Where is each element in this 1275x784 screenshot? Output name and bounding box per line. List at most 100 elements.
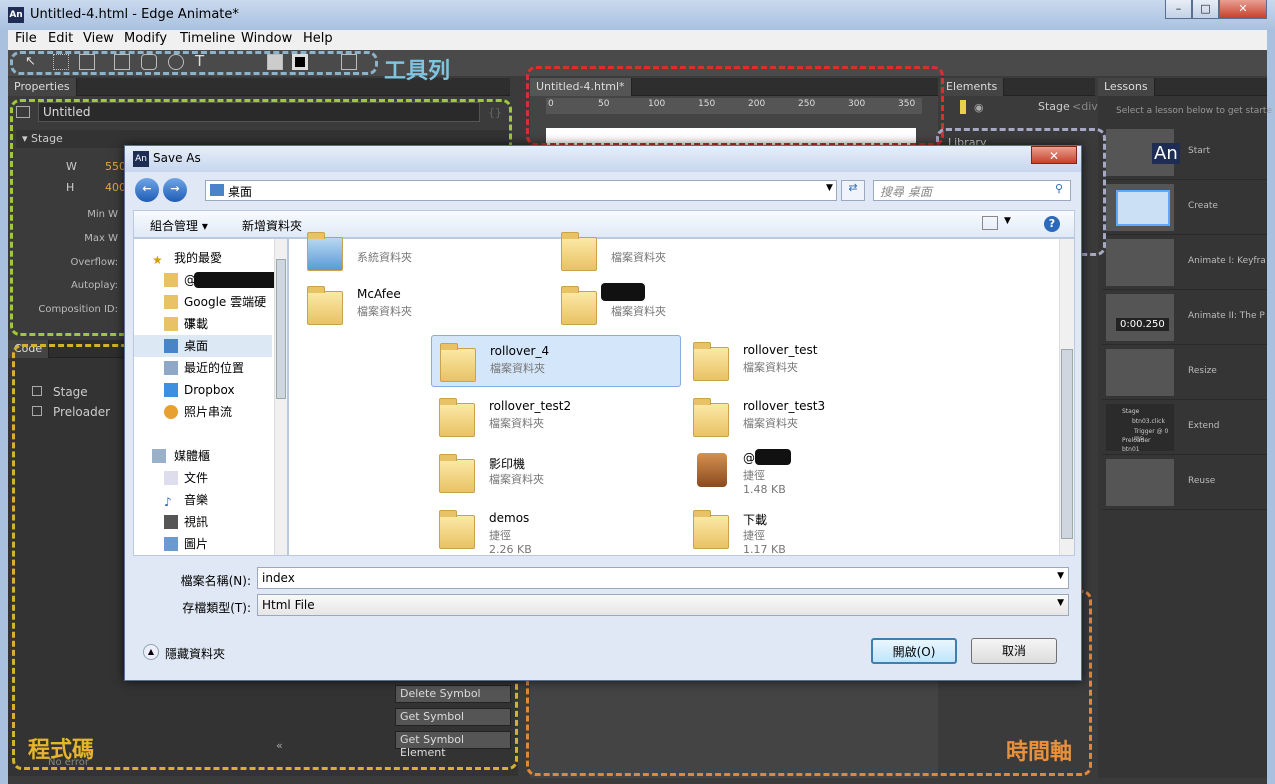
menu-file[interactable]: File <box>15 31 37 46</box>
nav-documents[interactable]: 文件 <box>134 467 274 489</box>
file-name: rollover_test <box>743 343 818 357</box>
tab-properties[interactable]: Properties <box>8 78 77 96</box>
filename-value: index <box>262 571 295 585</box>
cancel-button[interactable]: 取消 <box>971 638 1057 664</box>
menu-edit[interactable]: Edit <box>48 31 73 46</box>
nav-photo-stream[interactable]: 照片串流 <box>134 401 274 423</box>
hide-folders-icon[interactable]: ▲ <box>143 644 159 660</box>
lesson-resize[interactable]: Resize <box>1102 346 1267 400</box>
tab-elements[interactable]: Elements <box>940 78 1005 96</box>
maximize-button[interactable]: □ <box>1192 0 1219 19</box>
hide-folders-link[interactable]: 隱藏資料夾 <box>165 645 225 662</box>
menu-view[interactable]: View <box>83 31 114 46</box>
nav-label: 最近的位置 <box>184 361 245 375</box>
nav-google-drive[interactable]: Google 雲端硬碟 <box>134 291 274 331</box>
help-icon[interactable]: ? <box>1044 216 1060 232</box>
close-window-button[interactable]: ✕ <box>1219 0 1267 19</box>
nav-desktop[interactable]: 桌面 <box>134 335 272 357</box>
nav-videos[interactable]: 視訊 <box>134 511 274 533</box>
menu-help[interactable]: Help <box>303 31 333 46</box>
dialog-close-button[interactable]: ✕ <box>1031 146 1077 164</box>
folder-icon <box>439 454 475 493</box>
file-item[interactable]: rollover_test3 檔案資料夾 <box>685 391 935 443</box>
file-item[interactable]: @ 捷徑 1.48 KB <box>685 443 935 496</box>
lesson-thumbnail <box>1106 349 1174 396</box>
menu-timeline[interactable]: Timeline <box>180 31 235 46</box>
minimize-button[interactable]: – <box>1165 0 1192 19</box>
tab-lessons[interactable]: Lessons <box>1098 78 1155 96</box>
file-list-scrollbar[interactable] <box>1059 239 1074 555</box>
lesson-create[interactable]: Create <box>1102 181 1267 235</box>
filename-dropdown-icon[interactable]: ▼ <box>1057 571 1064 581</box>
nav-label: 桌面 <box>184 339 209 353</box>
nav-label: 照片串流 <box>184 405 233 419</box>
file-item[interactable]: 檔案資料夾 <box>553 279 803 331</box>
menu-window[interactable]: Window <box>241 31 292 46</box>
file-item[interactable]: 影印機 檔案資料夾 <box>431 447 681 499</box>
refresh-icon[interactable]: ⇄ <box>841 180 865 201</box>
organize-button[interactable]: 組合管理 ▾ <box>150 217 208 234</box>
file-item-selected[interactable]: rollover_4 檔案資料夾 <box>431 335 681 387</box>
folder-icon <box>164 295 178 309</box>
lesson-start[interactable]: An Start <box>1102 126 1267 180</box>
file-type: 捷徑 <box>743 529 765 542</box>
nav-music[interactable]: ♪ 音樂 <box>134 489 274 511</box>
view-options-icon[interactable] <box>982 216 998 230</box>
shortcut-folder-icon <box>437 509 477 549</box>
redacted-text <box>194 272 278 288</box>
lesson-animate-1[interactable]: Animate I: Keyfra <box>1102 236 1267 290</box>
nav-scrollbar-thumb[interactable] <box>276 259 286 399</box>
search-input[interactable]: 搜尋 桌面 <box>873 180 1071 201</box>
nav-pictures[interactable]: 圖片 <box>134 533 274 555</box>
lesson-reuse[interactable]: Reuse <box>1102 456 1267 510</box>
file-item[interactable]: 檔案資料夾 <box>553 225 803 277</box>
folder-icon <box>693 342 729 381</box>
lesson-animate-2[interactable]: 0:00.250 Animate II: The P <box>1102 291 1267 345</box>
eye-icon[interactable]: ◉ <box>974 101 984 114</box>
desktop-icon <box>210 184 224 196</box>
lesson-label: Animate I: Keyfra <box>1188 256 1266 266</box>
file-item[interactable]: rollover_test 檔案資料夾 <box>685 335 935 387</box>
file-item[interactable]: McAfee 檔案資料夾 <box>299 279 549 331</box>
menu-modify[interactable]: Modify <box>124 31 167 46</box>
address-location: 桌面 <box>228 185 253 199</box>
nav-scrollbar[interactable] <box>274 239 287 555</box>
new-folder-button[interactable]: 新增資料夾 <box>242 217 302 234</box>
file-item[interactable]: rollover_test2 檔案資料夾 <box>431 391 681 443</box>
forward-button[interactable]: → <box>163 178 187 202</box>
stage-highlight <box>526 66 944 146</box>
open-button[interactable]: 開啟(O) <box>871 638 957 664</box>
toolbar-highlight <box>10 51 378 75</box>
file-item[interactable]: demos 捷徑 2.26 KB <box>431 503 681 556</box>
lesson-thumbnail: An <box>1106 129 1180 176</box>
dialog-app-icon: An <box>133 151 149 167</box>
nav-downloads[interactable]: 下載 <box>134 313 274 335</box>
desktop-icon <box>164 339 178 353</box>
lesson-extend[interactable]: Stage btn03.click Trigger @ 0 ms Preload… <box>1102 401 1267 455</box>
nav-libraries[interactable]: 媒體櫃 <box>134 445 274 467</box>
filetype-dropdown-icon[interactable]: ▼ <box>1057 598 1064 608</box>
nav-account[interactable]: @ <box>134 269 278 291</box>
filetype-select[interactable]: Html File ▼ <box>257 594 1069 616</box>
selection-box-icon <box>1116 190 1170 226</box>
filename-input[interactable]: index ▼ <box>257 567 1069 589</box>
window-frame-left <box>0 30 8 784</box>
elements-stage-label[interactable]: Stage <box>1038 100 1070 113</box>
file-list-scrollbar-thumb[interactable] <box>1061 349 1073 539</box>
nav-label: 視訊 <box>184 515 209 529</box>
file-item[interactable]: 下載 捷徑 1.17 KB <box>685 503 935 556</box>
folder-icon <box>307 232 343 271</box>
folder-icon <box>559 231 599 271</box>
address-bar[interactable]: 桌面 ▼ <box>205 180 837 201</box>
file-size: 2.26 KB <box>489 543 532 556</box>
back-button[interactable]: ← <box>135 178 159 202</box>
nav-label: 圖片 <box>184 537 209 551</box>
dropbox-icon <box>164 383 178 397</box>
lesson-label: Resize <box>1188 366 1217 376</box>
nav-favorites[interactable]: ★ 我的最愛 <box>134 247 274 269</box>
view-dropdown-icon[interactable]: ▼ <box>1004 216 1011 226</box>
nav-recent[interactable]: 最近的位置 <box>134 357 274 379</box>
address-dropdown-icon[interactable]: ▼ <box>826 183 833 193</box>
file-item[interactable]: 系統資料夾 <box>299 225 549 277</box>
nav-dropbox[interactable]: Dropbox <box>134 379 274 401</box>
